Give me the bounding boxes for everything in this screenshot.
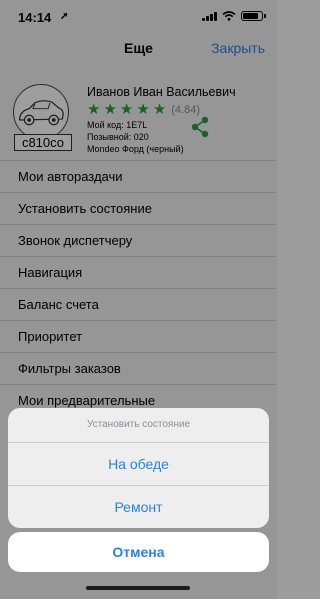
cancel-button[interactable]: Отмена [8, 532, 269, 572]
repair-option-button[interactable]: Ремонт [8, 486, 269, 528]
action-sheet-title: Установить состояние [8, 408, 269, 443]
lunch-option-button[interactable]: На обеде [8, 443, 269, 486]
screen: 14:14 ➚ Еще Закрыть с810со Иванов Иван В… [0, 0, 277, 599]
home-indicator[interactable] [86, 586, 190, 590]
action-sheet: Установить состояние На обеде Ремонт [8, 408, 269, 528]
